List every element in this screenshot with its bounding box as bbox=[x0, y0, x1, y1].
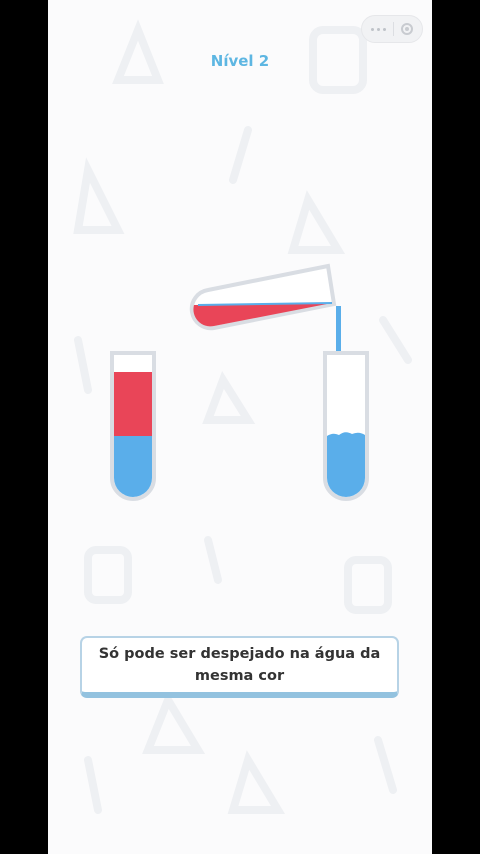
hint-message-box: Só pode ser despejado na água da mesma c… bbox=[80, 636, 399, 698]
test-tube-pouring[interactable] bbox=[189, 263, 337, 331]
liquid-layer-blue bbox=[114, 436, 152, 497]
liquid-layer-red bbox=[193, 303, 332, 327]
game-board bbox=[110, 263, 369, 501]
game-screen: Nível 2 Só pode ser despejado na água da… bbox=[48, 0, 432, 854]
liquid-layer-blue bbox=[327, 432, 365, 497]
liquid-layer-red bbox=[114, 372, 152, 436]
test-tube-left[interactable] bbox=[110, 351, 156, 501]
test-tube-right[interactable] bbox=[323, 351, 369, 501]
hint-message-text: Só pode ser despejado na água da mesma c… bbox=[98, 646, 381, 684]
